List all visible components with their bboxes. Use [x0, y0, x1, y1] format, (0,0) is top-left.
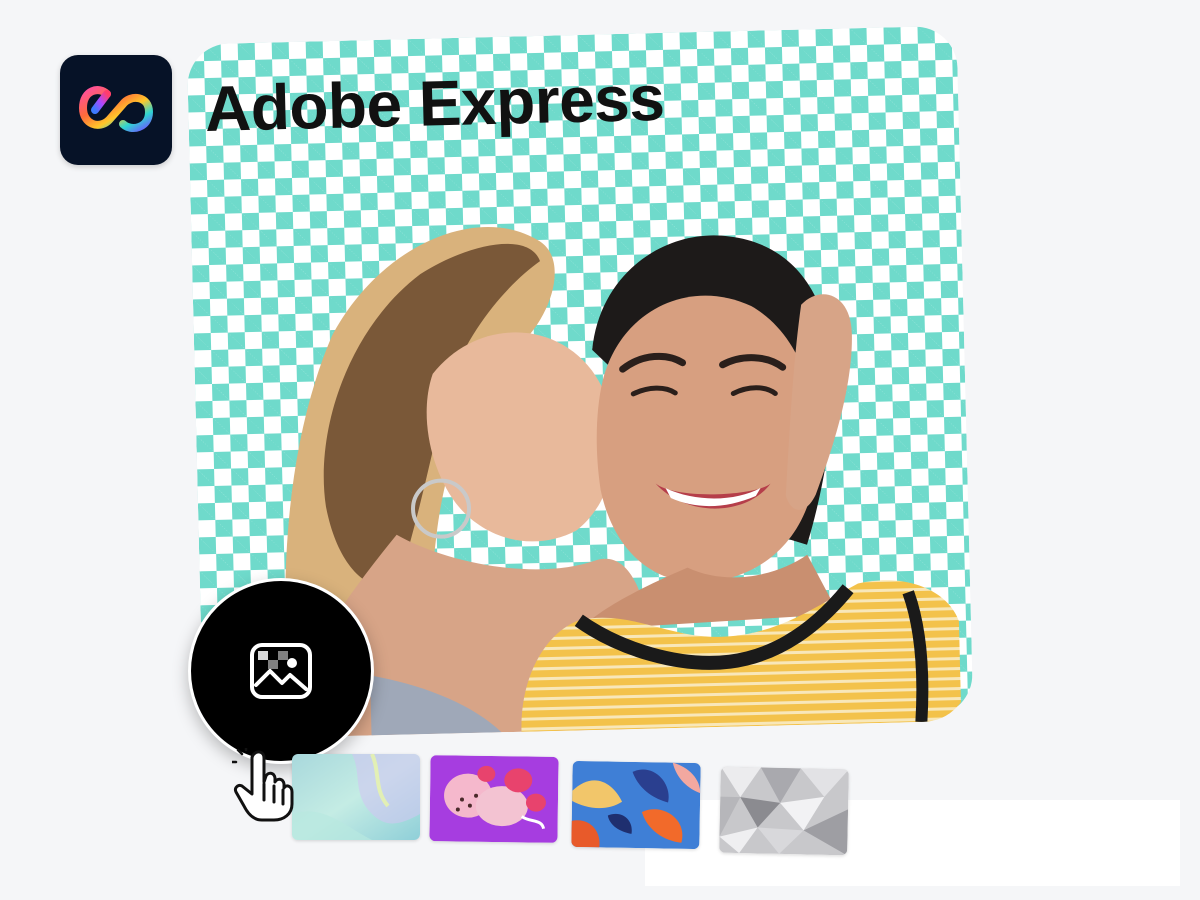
app-title: Adobe Express — [204, 61, 666, 145]
thumbnail-silver-crystal[interactable] — [719, 766, 849, 856]
background-thumbnail-strip — [290, 748, 870, 868]
hand-pointer-icon — [230, 744, 294, 822]
thumbnail-pink-floral[interactable] — [429, 755, 559, 843]
adobe-express-logo[interactable] — [60, 55, 172, 165]
background-image-button[interactable] — [188, 578, 374, 764]
thumbnail-tropical-leaves[interactable] — [571, 760, 701, 850]
thumbnail-holographic[interactable] — [292, 754, 420, 840]
adobe-express-logo-icon — [78, 86, 154, 132]
image-icon — [250, 643, 312, 699]
hand-pointer-cursor — [230, 744, 296, 822]
